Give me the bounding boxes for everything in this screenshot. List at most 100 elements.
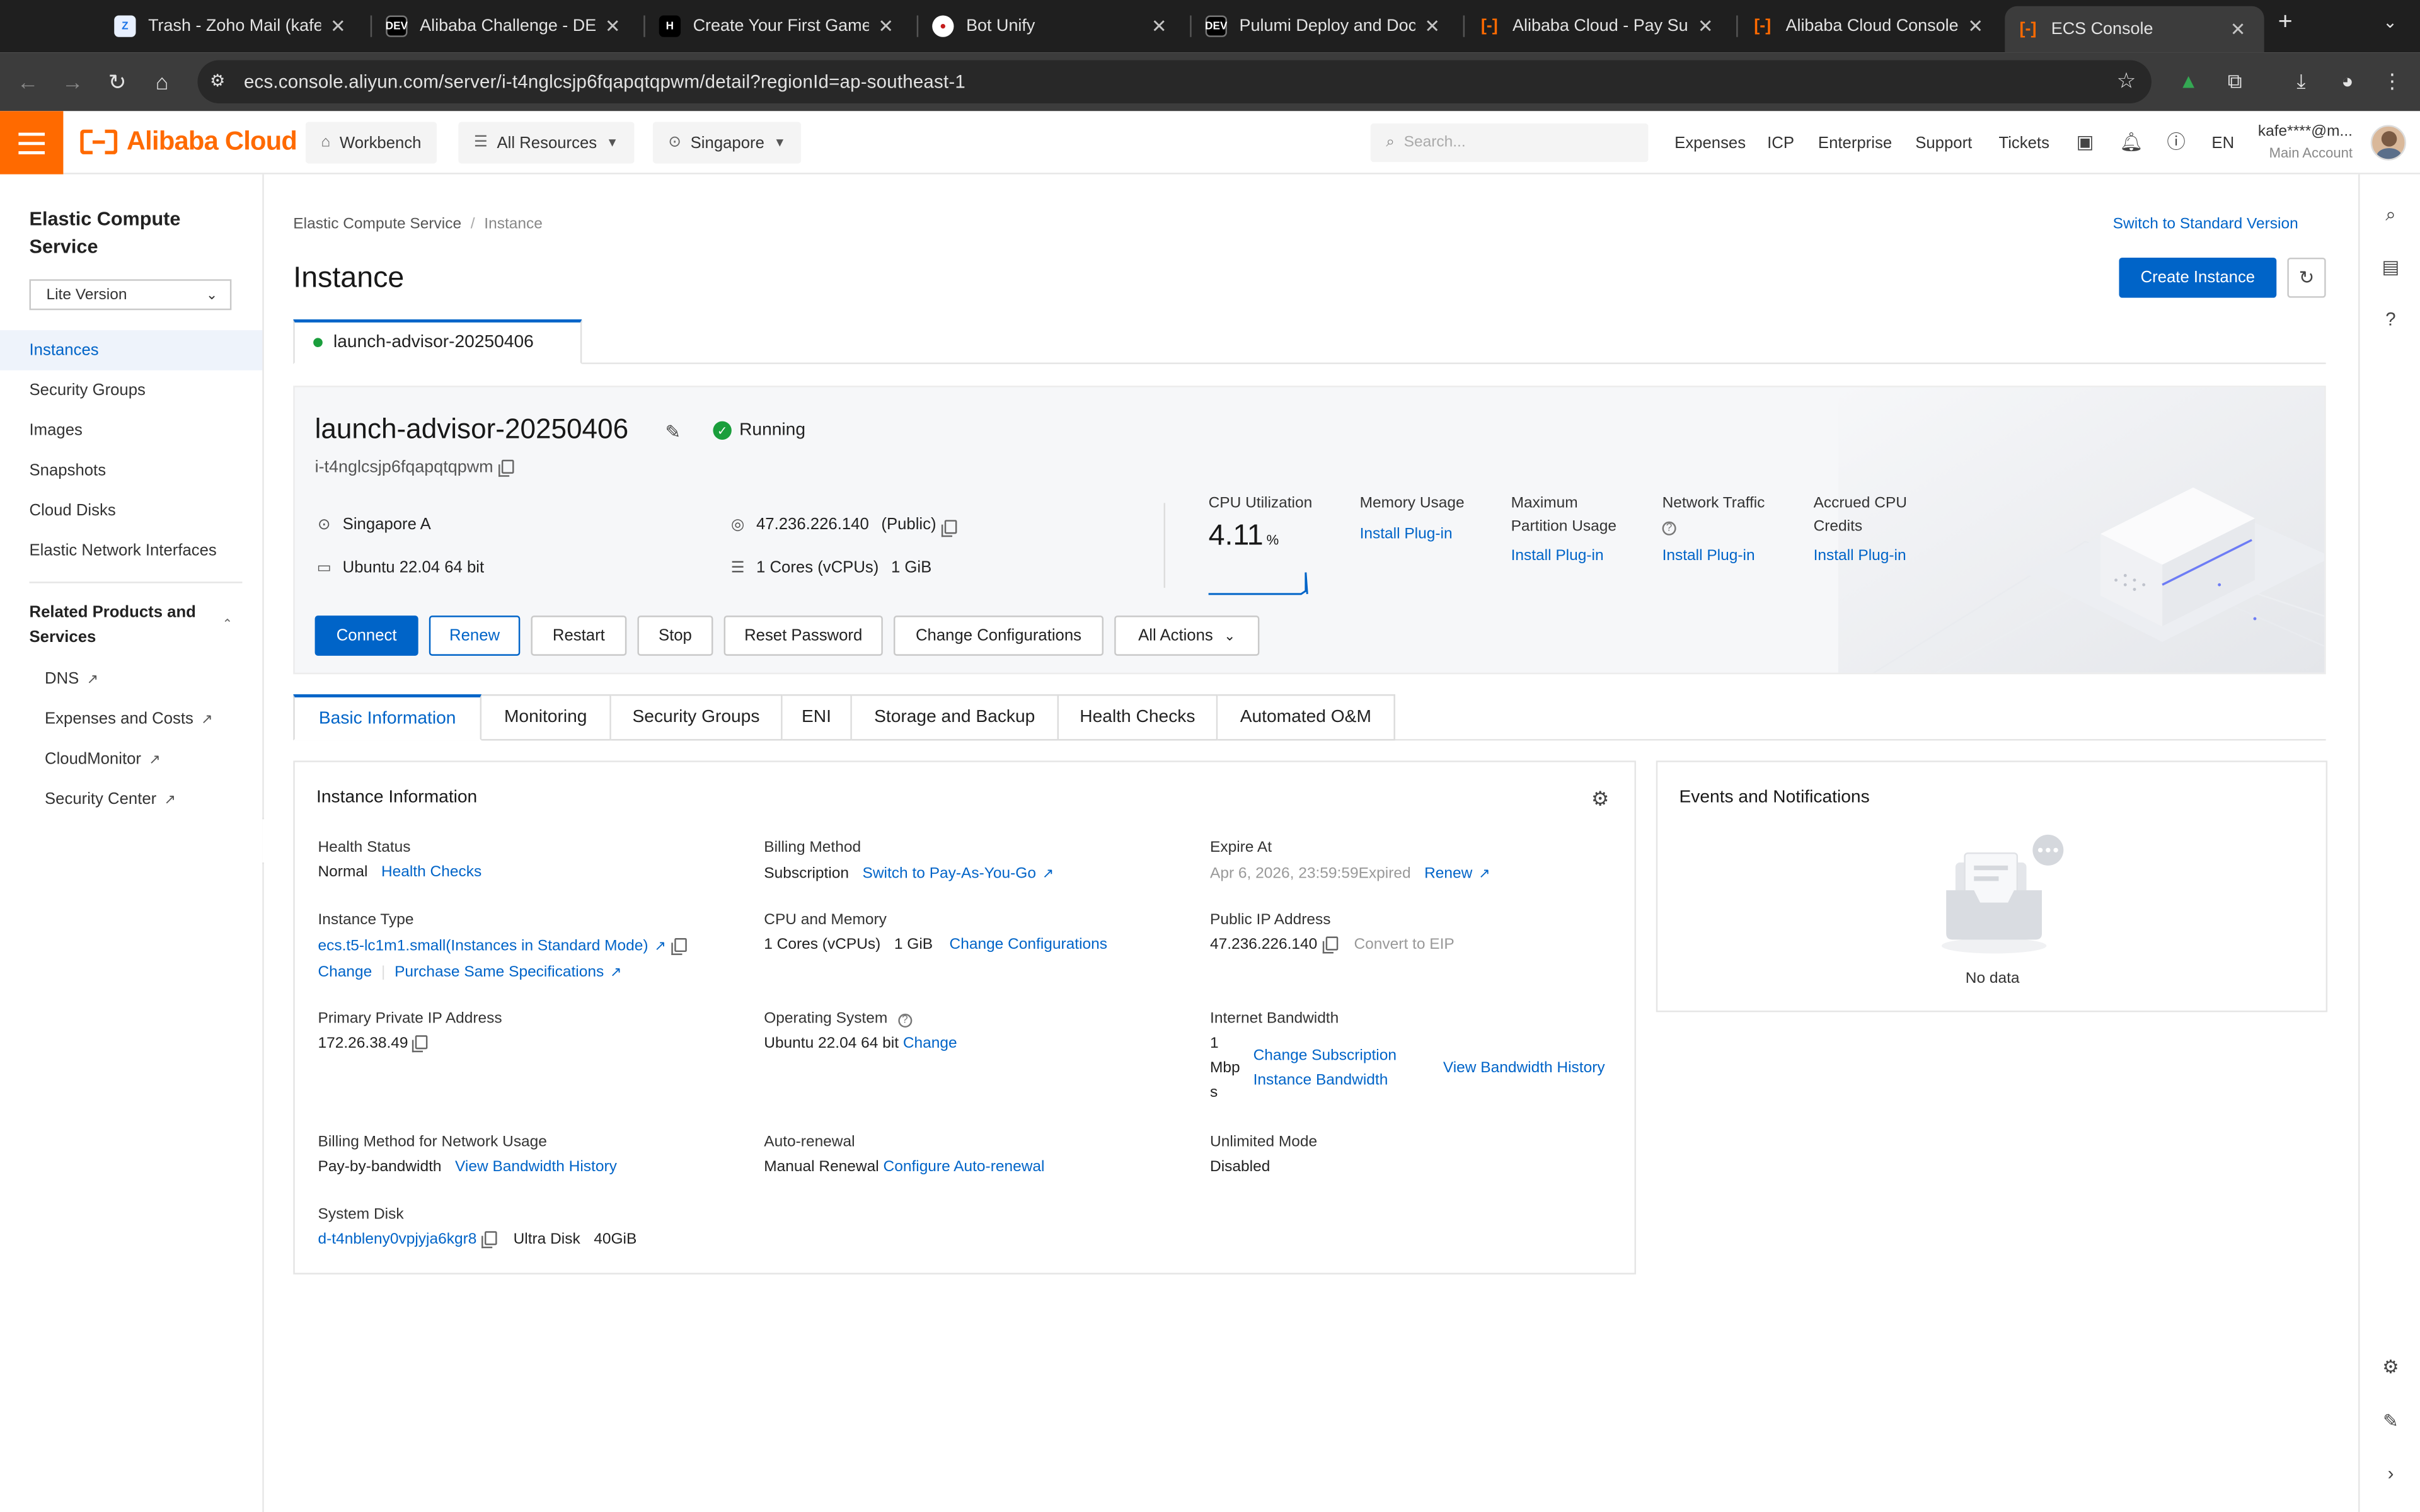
switch-standard-version-link[interactable]: Switch to Standard Version (2113, 216, 2298, 233)
copy-icon[interactable] (412, 1035, 429, 1053)
gear-icon[interactable]: ⚙ (1591, 787, 1610, 811)
cloud-shell-icon[interactable]: ▣ (2073, 130, 2097, 154)
tab-basic-information[interactable]: Basic Information (293, 694, 482, 741)
region-dropdown[interactable]: ⊙ Singapore ▼ (652, 122, 802, 164)
menu-icon[interactable] (0, 111, 64, 175)
bell-icon[interactable]: 🔔︎ (2119, 130, 2143, 154)
view-bandwidth-history-link[interactable]: View Bandwidth History (455, 1159, 617, 1176)
close-tab-icon[interactable]: ✕ (1965, 15, 1986, 37)
close-tab-icon[interactable]: ✕ (602, 15, 623, 37)
version-select[interactable]: Lite Version ⌄ (29, 279, 232, 311)
address-bar[interactable]: ⚙ ecs.console.aliyun.com/server/i-t4nglc… (197, 60, 2152, 104)
search-icon[interactable]: ⌕ (2378, 202, 2403, 227)
renew-link[interactable]: Renew ↗ (1424, 866, 1490, 883)
browser-tab[interactable]: Z Trash - Zoho Mail (kafech ✕ (102, 6, 364, 47)
help-icon[interactable]: ⓘ (2164, 130, 2188, 154)
copy-icon[interactable] (940, 519, 957, 537)
question-icon[interactable]: ? (897, 1013, 912, 1028)
close-tab-icon[interactable]: ✕ (1148, 15, 1170, 37)
browser-tab-active[interactable]: [-] ECS Console ✕ (2005, 6, 2264, 53)
sidebar-item-instances[interactable]: Instances (0, 330, 263, 370)
back-icon[interactable]: ← (13, 66, 43, 97)
reload-icon[interactable]: ↻ (102, 66, 133, 97)
sidebar-link-dns[interactable]: DNS ↗ (45, 670, 98, 688)
chevron-up-icon[interactable]: ⌃ (222, 617, 233, 631)
instance-tab[interactable]: launch-advisor-20250406 (293, 319, 582, 364)
stop-button[interactable]: Stop (637, 616, 713, 656)
close-tab-icon[interactable]: ✕ (327, 15, 349, 37)
download-icon[interactable]: ⤓ (2286, 66, 2317, 97)
configure-auto-renewal-link[interactable]: Configure Auto-renewal (884, 1159, 1045, 1176)
search-input[interactable]: ⌕ Search... (1370, 123, 1649, 163)
close-tab-icon[interactable]: ✕ (1695, 15, 1716, 37)
browser-tab[interactable]: [-] Alibaba Cloud - Pay Succe ✕ (1466, 6, 1732, 47)
related-products-title[interactable]: Related Products and Services (30, 600, 222, 650)
change-configurations-link[interactable]: Change Configurations (950, 937, 1108, 954)
tab-security-groups[interactable]: Security Groups (611, 694, 783, 741)
url-text[interactable]: ecs.console.aliyun.com/server/i-t4nglcsj… (244, 71, 965, 93)
support-link[interactable]: Support (1915, 134, 1972, 152)
copy-icon[interactable] (1322, 936, 1338, 954)
workbench-button[interactable]: ⌂ Workbench (305, 122, 437, 164)
icp-link[interactable]: ICP (1767, 134, 1794, 152)
tab-monitoring[interactable]: Monitoring (481, 694, 611, 741)
browser-tab[interactable]: DEV Pulumi Deploy and Docum ✕ (1193, 6, 1458, 47)
close-tab-icon[interactable]: ✕ (875, 15, 897, 37)
browser-tab[interactable]: H Create Your First Game | ✕ (647, 6, 912, 47)
forward-icon[interactable]: → (57, 66, 88, 97)
connect-button[interactable]: Connect (314, 616, 418, 656)
instance-type-link[interactable]: ecs.t5-lc1m1.small(Instances in Standard… (318, 938, 648, 955)
sidebar-link-expenses[interactable]: Expenses and Costs ↗ (45, 710, 213, 728)
edit-icon[interactable]: ✎ (2378, 1409, 2403, 1433)
tab-health-checks[interactable]: Health Checks (1059, 694, 1218, 741)
browser-tab[interactable]: ● Bot Unify ✕ (920, 6, 1185, 47)
tickets-link[interactable]: Tickets (1998, 134, 2049, 152)
renew-button[interactable]: Renew (429, 616, 521, 656)
partition-install-plugin-link[interactable]: Install Plug-in (1511, 547, 1604, 564)
browser-menu-icon[interactable]: ⋮ (2377, 66, 2407, 97)
switch-payg-link[interactable]: Switch to Pay-As-You-Go ↗ (863, 866, 1054, 883)
sidebar-item-enis[interactable]: Elastic Network Interfaces (0, 530, 262, 571)
question-icon[interactable]: ? (1662, 521, 1676, 536)
google-drive-icon[interactable]: ▲ (2173, 66, 2204, 97)
expenses-link[interactable]: Expenses (1674, 134, 1746, 152)
settings-icon[interactable]: ⚙ (2378, 1354, 2403, 1379)
edit-name-icon[interactable]: ✎ (666, 421, 681, 443)
reset-password-button[interactable]: Reset Password (723, 616, 883, 656)
health-checks-link[interactable]: Health Checks (381, 864, 481, 881)
all-resources-dropdown[interactable]: ☰ All Resources ▼ (458, 122, 634, 164)
sidebar-item-images[interactable]: Images (0, 410, 262, 450)
change-subscription-bandwidth-link[interactable]: Change Subscription Instance Bandwidth (1253, 1045, 1397, 1094)
memory-install-plugin-link[interactable]: Install Plug-in (1360, 526, 1453, 543)
close-tab-icon[interactable]: ✕ (2227, 18, 2249, 40)
bookmark-star-icon[interactable]: ☆ (2117, 68, 2136, 94)
tab-storage-backup[interactable]: Storage and Backup (851, 694, 1059, 741)
sidebar-link-security-center[interactable]: Security Center ↗ (45, 790, 176, 808)
notes-icon[interactable]: ▤ (2378, 255, 2403, 279)
view-bandwidth-history-link[interactable]: View Bandwidth History (1443, 1057, 1605, 1082)
refresh-icon[interactable]: ↻ (2287, 257, 2326, 298)
sidebar-item-security-groups[interactable]: Security Groups (0, 370, 262, 411)
enterprise-link[interactable]: Enterprise (1818, 134, 1892, 152)
change-configurations-button[interactable]: Change Configurations (893, 616, 1104, 656)
sidebar-item-cloud-disks[interactable]: Cloud Disks (0, 491, 262, 531)
purchase-same-link[interactable]: Purchase Same Specifications ↗ (395, 965, 621, 982)
credits-install-plugin-link[interactable]: Install Plug-in (1814, 547, 1906, 564)
change-type-link[interactable]: Change (318, 965, 372, 982)
help-icon[interactable]: ? (2378, 307, 2403, 331)
browser-tab[interactable]: [-] Alibaba Cloud Console Ho ✕ (1739, 6, 2002, 47)
restart-button[interactable]: Restart (531, 616, 627, 656)
change-os-link[interactable]: Change (903, 1035, 957, 1052)
create-instance-button[interactable]: Create Instance (2119, 257, 2277, 298)
tab-eni[interactable]: ENI (782, 694, 852, 741)
sidebar-link-cloudmonitor[interactable]: CloudMonitor ↗ (45, 750, 161, 768)
tab-automated-om[interactable]: Automated O&M (1218, 694, 1395, 741)
copy-icon[interactable] (671, 937, 686, 955)
breadcrumb-ecs[interactable]: Elastic Compute Service (293, 216, 461, 233)
avatar[interactable] (2370, 125, 2406, 161)
copy-icon[interactable] (497, 459, 514, 477)
browser-tab[interactable]: DEV Alibaba Challenge - DEV C ✕ (374, 6, 639, 47)
extensions-icon[interactable]: ⧉ (2220, 66, 2250, 97)
new-tab-icon[interactable]: + (2278, 9, 2293, 37)
sidebar-item-snapshots[interactable]: Snapshots (0, 450, 262, 491)
